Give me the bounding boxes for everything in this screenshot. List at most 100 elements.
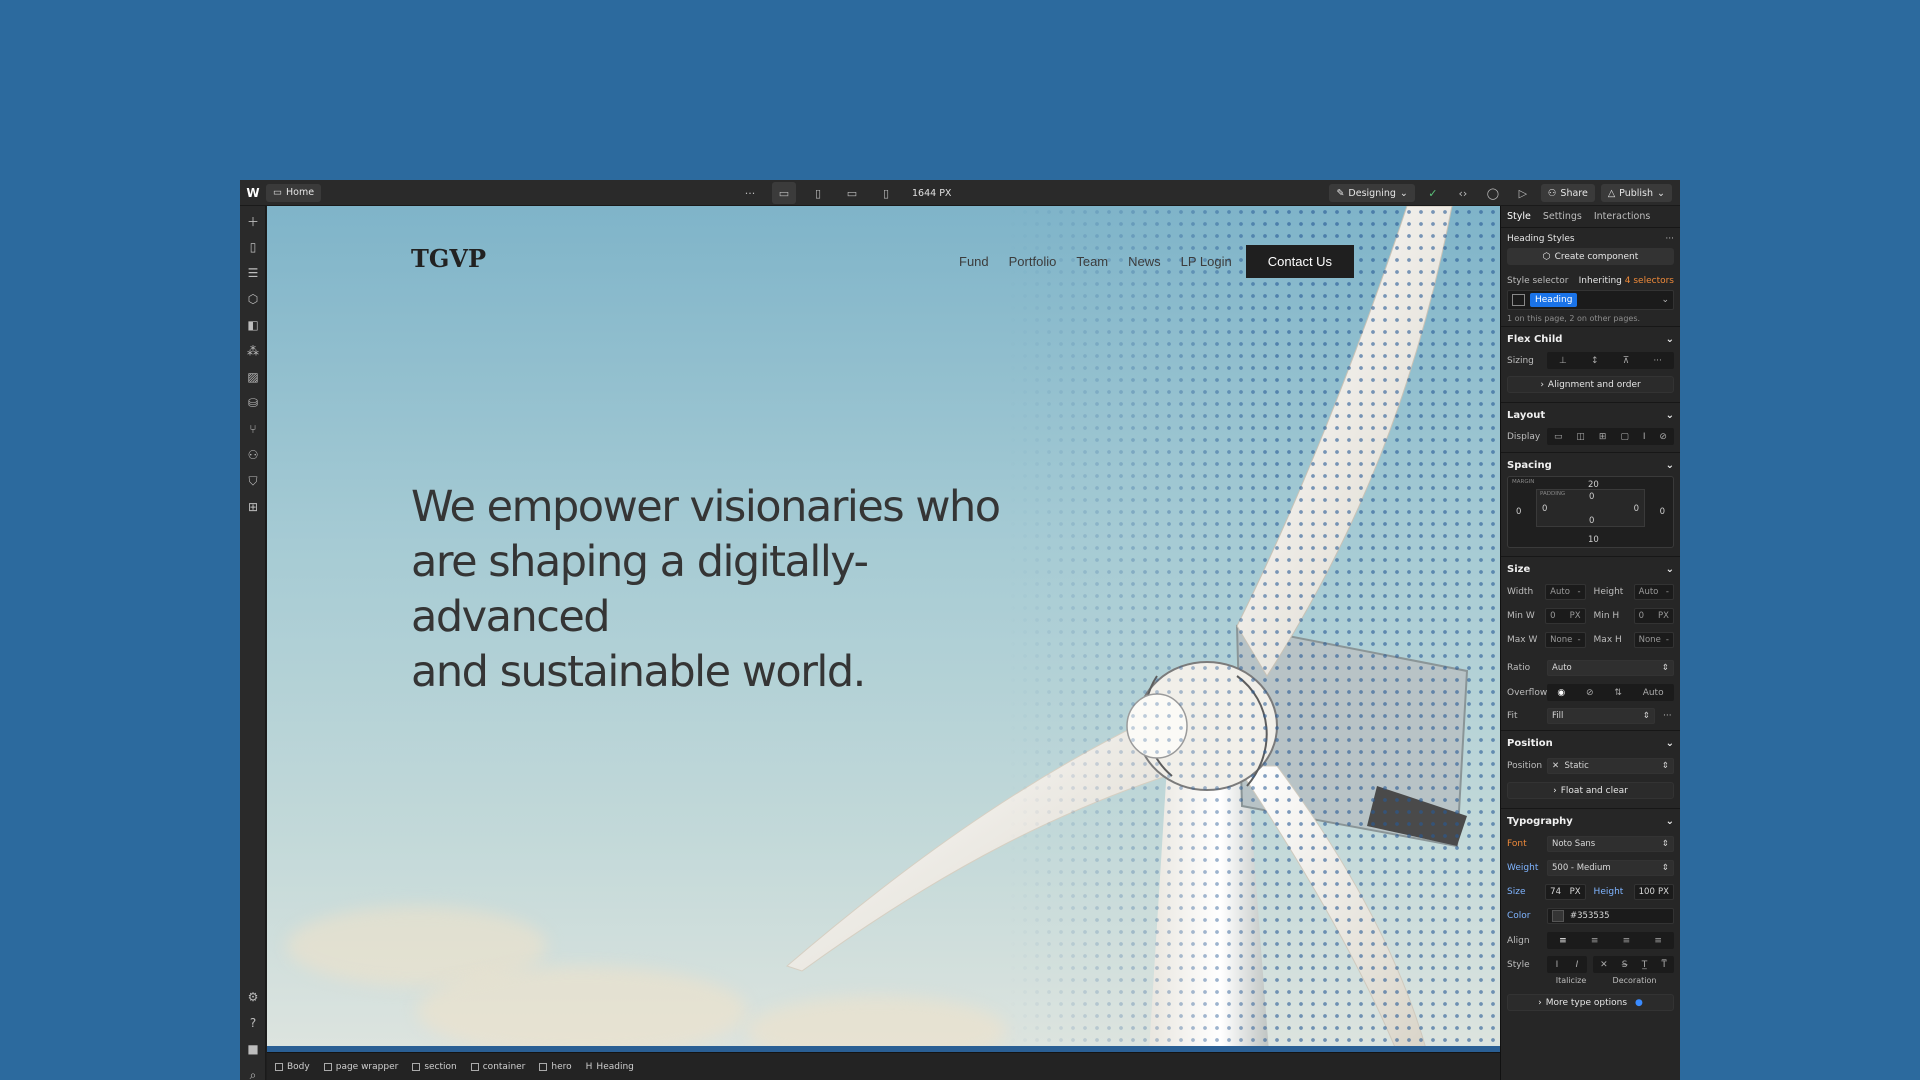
max-width-input[interactable]: None - (1545, 632, 1586, 648)
cms-icon[interactable]: ⛁ (240, 392, 266, 414)
flex-child-header[interactable]: Flex Child ⌄ (1507, 334, 1674, 345)
tablet-breakpoint-icon[interactable]: ▯ (806, 182, 830, 204)
line-height-input[interactable]: 100 PX (1633, 884, 1674, 900)
sizing-segmented-control[interactable]: ⊥ ↕ ⊼ ··· (1547, 352, 1674, 369)
min-width-input[interactable]: 0 PX (1545, 608, 1586, 624)
height-input[interactable]: Auto - (1633, 584, 1674, 600)
settings-gear-icon[interactable]: ⚙ (240, 986, 266, 1008)
selector-field[interactable]: Heading ⌄ (1507, 290, 1674, 310)
breadcrumb-item[interactable]: hero (539, 1062, 572, 1072)
font-size-input[interactable]: 74 PX (1545, 884, 1586, 900)
color-swatch[interactable] (1552, 910, 1564, 922)
contact-us-button[interactable]: Contact Us (1245, 244, 1355, 278)
no-decoration-icon[interactable]: ✕ (1600, 960, 1608, 970)
variables-icon[interactable]: ⁂ (240, 340, 266, 362)
upright-icon[interactable]: I (1556, 960, 1559, 970)
more-options-icon[interactable]: ··· (1665, 234, 1674, 244)
underline-icon[interactable]: T̲ (1642, 960, 1648, 970)
dont-shrink-icon[interactable]: ⊼ (1623, 356, 1630, 366)
navigator-icon[interactable]: ☰ (240, 262, 266, 284)
overflow-auto-option[interactable]: Auto (1643, 688, 1664, 698)
nav-link-team[interactable]: Team (1076, 254, 1108, 269)
align-justify-icon[interactable]: ≡ (1654, 936, 1662, 946)
breadcrumb-item[interactable]: Body (275, 1062, 310, 1072)
grow-icon[interactable]: ↕ (1591, 356, 1599, 366)
block-icon[interactable]: ▭ (1554, 432, 1563, 442)
more-icon[interactable]: ··· (1663, 711, 1672, 721)
scroll-icon[interactable]: ⇅ (1614, 688, 1622, 698)
layout-header[interactable]: Layout ⌄ (1507, 410, 1674, 421)
flex-icon[interactable]: ◫ (1576, 432, 1585, 442)
selector-tag-heading[interactable]: Heading (1530, 293, 1578, 307)
tab-style[interactable]: Style (1507, 211, 1531, 222)
size-header[interactable]: Size ⌄ (1507, 564, 1674, 575)
inline-icon[interactable]: I (1643, 432, 1646, 442)
breadcrumb-item[interactable]: section (412, 1062, 457, 1072)
mobile-landscape-breakpoint-icon[interactable]: ▭ (840, 182, 864, 204)
preview-play-icon[interactable]: ▷ (1511, 182, 1535, 204)
tab-settings[interactable]: Settings (1543, 211, 1582, 222)
ratio-select[interactable]: Auto ⇕ (1547, 660, 1674, 676)
users-icon[interactable]: ⚇ (240, 444, 266, 466)
breadcrumb-item[interactable]: container (470, 1062, 525, 1072)
margin-bottom-value[interactable]: 10 (1588, 535, 1599, 545)
nav-link-news[interactable]: News (1128, 254, 1161, 269)
nav-link-portfolio[interactable]: Portfolio (1009, 254, 1057, 269)
hidden-icon[interactable]: ⊘ (1586, 688, 1594, 698)
padding-top-value[interactable]: 0 (1589, 492, 1594, 502)
style-manager-icon[interactable]: ◧ (240, 314, 266, 336)
padding-left-value[interactable]: 0 (1542, 504, 1547, 514)
italic-icon[interactable]: I (1576, 960, 1579, 970)
text-align-control[interactable]: ≡ ≡ ≡ ≡ (1547, 932, 1674, 949)
more-options-button[interactable]: ··· (738, 182, 762, 204)
breadcrumb-item[interactable]: H Heading (586, 1062, 634, 1072)
margin-left-value[interactable]: 0 (1516, 507, 1521, 517)
decoration-control[interactable]: ✕ S̶ T̲ T̅ (1593, 956, 1674, 973)
max-height-input[interactable]: None - (1633, 632, 1674, 648)
assets-icon[interactable]: ▨ (240, 366, 266, 388)
position-select[interactable]: ✕ Static ⇕ (1547, 758, 1674, 774)
spacing-header[interactable]: Spacing ⌄ (1507, 460, 1674, 471)
padding-bottom-value[interactable]: 0 (1589, 516, 1594, 526)
align-left-icon[interactable]: ≡ (1559, 936, 1567, 946)
publish-button[interactable]: △ Publish ⌄ (1600, 184, 1672, 202)
tab-interactions[interactable]: Interactions (1594, 211, 1651, 222)
logic-icon[interactable]: ⑂ (240, 418, 266, 440)
display-segmented-control[interactable]: ▭ ◫ ⊞ ▢ I ⊘ (1547, 428, 1674, 445)
nav-link-fund[interactable]: Fund (959, 254, 989, 269)
chevron-down-icon[interactable]: ⌄ (1661, 295, 1669, 305)
width-input[interactable]: Auto - (1545, 584, 1586, 600)
create-component-button[interactable]: ⬡ Create component (1507, 248, 1674, 265)
margin-right-value[interactable]: 0 (1660, 507, 1665, 517)
audit-icon[interactable]: ■ (240, 1038, 266, 1060)
mode-dropdown[interactable]: ✎ Designing ⌄ (1329, 184, 1415, 202)
site-logo[interactable]: TGVP (411, 244, 486, 273)
hero-heading[interactable]: We empower visionaries who are shaping a… (411, 480, 1051, 700)
shrink-icon[interactable]: ⊥ (1559, 356, 1567, 366)
help-icon[interactable]: ? (240, 1012, 266, 1034)
pages-icon[interactable]: ▯ (240, 236, 266, 258)
overline-icon[interactable]: T̅ (1661, 960, 1667, 970)
color-input[interactable]: #353535 (1547, 908, 1674, 924)
weight-select[interactable]: 500 - Medium ⇕ (1547, 860, 1674, 876)
share-button[interactable]: ⚇ Share (1540, 184, 1595, 202)
more-icon[interactable]: ··· (1653, 356, 1662, 366)
alignment-order-button[interactable]: › Alignment and order (1507, 376, 1674, 393)
design-canvas[interactable]: TGVP Fund Portfolio Team News LP Login C… (267, 206, 1500, 1052)
inheriting-info[interactable]: Inheriting 4 selectors (1579, 276, 1674, 286)
add-elements-icon[interactable]: ＋ (240, 210, 266, 232)
page-selector-button[interactable]: ▭ Home (266, 183, 322, 202)
float-clear-button[interactable]: › Float and clear (1507, 782, 1674, 799)
inline-block-icon[interactable]: ▢ (1620, 432, 1629, 442)
grid-icon[interactable]: ⊞ (1599, 432, 1607, 442)
padding-right-value[interactable]: 0 (1634, 504, 1639, 514)
italic-control[interactable]: II (1547, 956, 1587, 973)
components-icon[interactable]: ⬡ (240, 288, 266, 310)
min-height-input[interactable]: 0 PX (1633, 608, 1674, 624)
font-select[interactable]: Noto Sans ⇕ (1547, 836, 1674, 852)
more-type-options-button[interactable]: › More type options ● (1507, 994, 1674, 1011)
fit-select[interactable]: Fill ⇕ (1547, 708, 1655, 724)
visible-eye-icon[interactable]: ◉ (1557, 688, 1565, 698)
ecommerce-icon[interactable]: ⛉ (240, 470, 266, 492)
position-header[interactable]: Position ⌄ (1507, 738, 1674, 749)
